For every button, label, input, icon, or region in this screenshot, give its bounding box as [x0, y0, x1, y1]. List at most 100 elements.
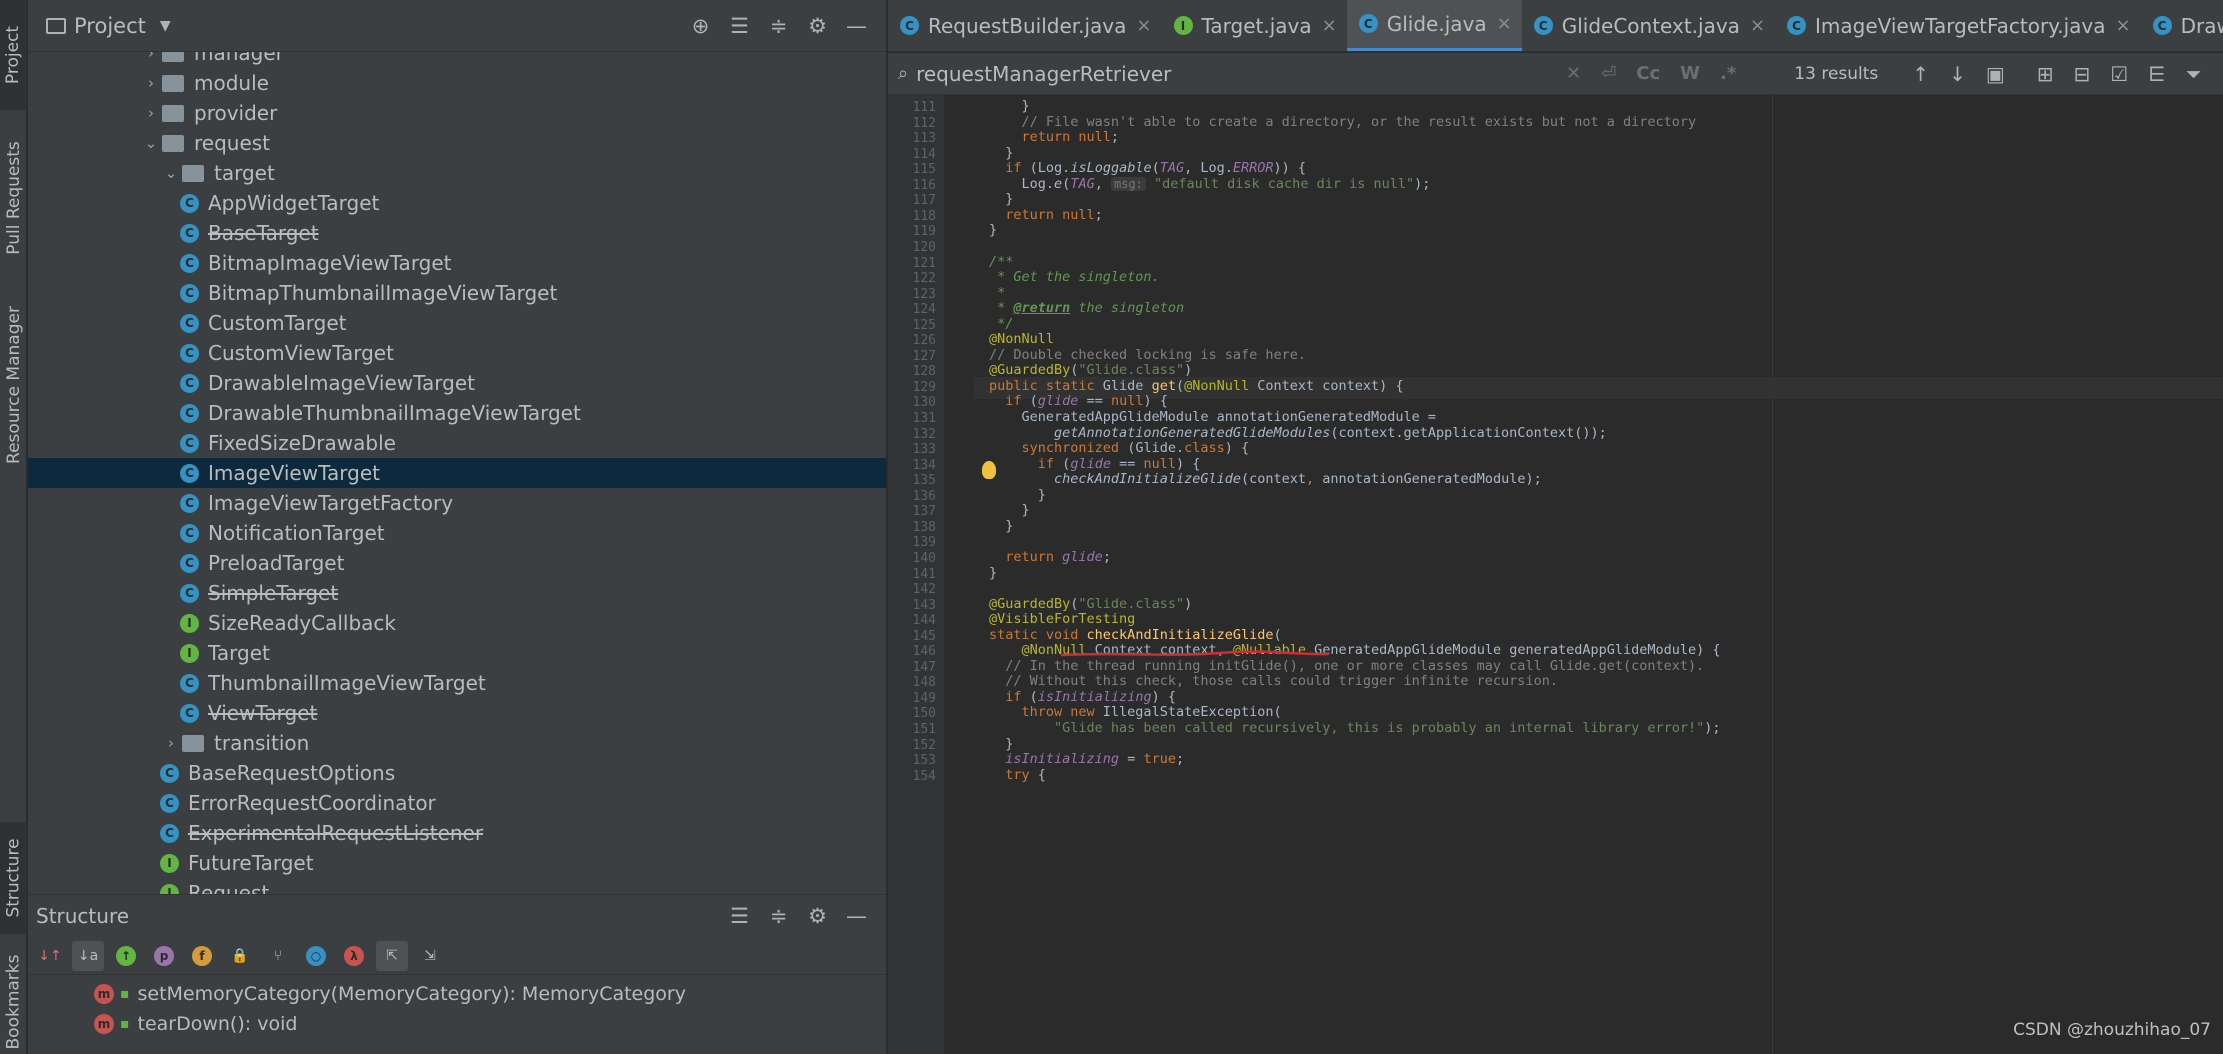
code-line[interactable]: return glide; — [989, 549, 1111, 565]
tree-folder[interactable]: › manager — [28, 52, 886, 68]
chevron-right-icon[interactable]: › — [140, 74, 162, 92]
tree-item[interactable]: C DrawableThumbnailImageViewTarget — [28, 398, 886, 428]
remove-occurrence-icon[interactable]: ⊟ — [2074, 62, 2091, 86]
tree-item[interactable]: C ViewTarget — [28, 698, 886, 728]
code-line[interactable]: public static Glide get(@NonNull Context… — [989, 378, 1404, 394]
clear-icon[interactable]: ✕ — [1566, 63, 1581, 84]
tree-item[interactable]: C CustomViewTarget — [28, 338, 886, 368]
previous-occurrence-icon[interactable]: ↑ — [1912, 62, 1929, 86]
more-options-icon[interactable]: ⋿ — [2148, 62, 2165, 86]
gear-icon[interactable]: ⚙ — [798, 0, 837, 52]
tree-folder[interactable]: › provider — [28, 98, 886, 128]
tree-item[interactable]: I Target — [28, 638, 886, 668]
code-line[interactable]: @VisibleForTesting — [989, 611, 1135, 627]
project-panel-title[interactable]: Project — [74, 14, 146, 38]
code-line[interactable]: } — [989, 98, 1030, 114]
tree-item[interactable]: C FixedSizeDrawable — [28, 428, 886, 458]
show-lambdas-icon[interactable]: λ — [338, 941, 370, 971]
code-line[interactable]: // File wasn't able to create a director… — [989, 114, 1697, 130]
close-icon[interactable]: × — [1750, 15, 1765, 36]
code-line[interactable]: isInitializing = true; — [989, 751, 1184, 767]
collapse-all-icon[interactable]: ≑ — [759, 0, 798, 52]
code-line[interactable]: try { — [989, 767, 1046, 783]
sort-alphabetically-icon[interactable]: ↓a — [72, 940, 104, 971]
regex-toggle[interactable]: .* — [1720, 63, 1736, 84]
minimize-icon[interactable]: — — [837, 895, 876, 937]
tree-folder[interactable]: › module — [28, 68, 886, 98]
close-icon[interactable]: × — [1136, 15, 1151, 36]
code-line[interactable]: GeneratedAppGlideModule annotationGenera… — [989, 409, 1437, 425]
bookmarks-tool-tab[interactable]: Bookmarks — [0, 950, 27, 1054]
code-line[interactable]: } — [989, 518, 1013, 534]
project-tool-tab[interactable]: Project — [0, 0, 27, 110]
expand-all-icon[interactable]: ☰ — [720, 895, 759, 937]
code-line[interactable]: // In the thread running initGlide(), on… — [989, 658, 1704, 674]
close-icon[interactable]: × — [1322, 15, 1337, 36]
code-line[interactable]: if (isInitializing) { — [989, 689, 1176, 705]
tree-item[interactable]: C PreloadTarget — [28, 548, 886, 578]
code-line[interactable]: */ — [989, 316, 1013, 332]
tree-item[interactable]: C NotificationTarget — [28, 518, 886, 548]
close-icon[interactable]: × — [1497, 13, 1512, 34]
code-line[interactable]: @NonNull — [989, 331, 1054, 347]
code-line[interactable]: // Double checked locking is safe here. — [989, 347, 1306, 363]
code-line[interactable]: } — [989, 565, 997, 581]
match-case-toggle[interactable]: Cc — [1636, 63, 1660, 84]
code-line[interactable]: getAnnotationGeneratedGlideModules(conte… — [989, 425, 1607, 441]
editor-tab[interactable]: C ImageViewTargetFactory.java × — [1775, 0, 2141, 51]
code-line[interactable]: /** — [989, 254, 1013, 270]
code-line[interactable]: * Get the singleton. — [989, 269, 1160, 285]
structure-tool-tab[interactable]: Structure — [0, 822, 27, 934]
code-line[interactable]: // Without this check, those calls could… — [989, 673, 1558, 689]
code-editor[interactable] — [974, 95, 2223, 1054]
show-inherited-icon[interactable]: ↑ — [110, 941, 142, 971]
code-line[interactable]: return null; — [989, 207, 1103, 223]
tree-folder[interactable]: › transition — [28, 728, 886, 758]
minimize-icon[interactable]: — — [837, 0, 876, 52]
tree-item[interactable]: I SizeReadyCallback — [28, 608, 886, 638]
tree-item[interactable]: I Request — [28, 878, 886, 894]
chevron-right-icon[interactable]: › — [140, 52, 162, 62]
autoscroll-from-source-icon[interactable]: ⇲ — [414, 941, 446, 971]
tree-item[interactable]: C ImageViewTargetFactory — [28, 488, 886, 518]
resource-manager-tool-tab[interactable]: Resource Manager — [0, 290, 27, 480]
code-line[interactable]: * @return the singleton — [989, 300, 1184, 316]
code-line[interactable]: if (Log.isLoggable(TAG, Log.ERROR)) { — [989, 160, 1306, 176]
code-line[interactable]: } — [989, 487, 1046, 503]
tree-item[interactable]: C CustomTarget — [28, 308, 886, 338]
tree-item[interactable]: C BitmapImageViewTarget — [28, 248, 886, 278]
next-occurrence-icon[interactable]: ↓ — [1949, 62, 1966, 86]
search-icon[interactable]: ⌕ — [898, 63, 908, 84]
code-line[interactable]: "Glide has been called recursively, this… — [989, 720, 1720, 736]
tree-folder[interactable]: ⌄ target — [28, 158, 886, 188]
code-line[interactable]: } — [989, 145, 1013, 161]
sort-by-visibility-icon[interactable]: ↓↑ — [34, 941, 66, 971]
code-line[interactable]: } — [989, 502, 1030, 518]
filter-search-icon[interactable]: ▣ — [1986, 62, 2005, 86]
filter-icon[interactable]: ⏷ — [2186, 62, 2202, 86]
editor-tab[interactable]: CDrawableImageVie× — [2141, 0, 2223, 51]
chevron-right-icon[interactable]: › — [140, 104, 162, 122]
code-line[interactable]: synchronized (Glide.class) { — [989, 440, 1250, 456]
code-line[interactable]: if (glide == null) { — [989, 456, 1201, 472]
chevron-right-icon[interactable]: › — [160, 734, 182, 752]
editor-tab[interactable]: I Target.java × — [1162, 0, 1347, 51]
expand-all-icon[interactable]: ☰ — [720, 0, 759, 52]
whole-words-toggle[interactable]: W — [1680, 63, 1700, 84]
show-anonymous-icon[interactable]: ○ — [300, 941, 332, 971]
intention-bulb-icon[interactable] — [982, 461, 996, 479]
code-line[interactable]: return null; — [989, 129, 1120, 145]
add-occurrence-icon[interactable]: ⊞ — [2037, 62, 2054, 86]
autoscroll-to-source-icon[interactable]: ⇱ — [376, 940, 408, 971]
select-all-occurrences-icon[interactable]: ☑ — [2110, 62, 2128, 86]
code-line[interactable]: } — [989, 736, 1013, 752]
tree-item[interactable]: C ErrorRequestCoordinator — [28, 788, 886, 818]
pull-requests-tool-tab[interactable]: Pull Requests — [0, 128, 27, 268]
editor-tab[interactable]: C Glide.java × — [1346, 0, 1522, 51]
chevron-down-icon[interactable]: ▼ — [160, 18, 171, 34]
code-line[interactable]: if (glide == null) { — [989, 393, 1168, 409]
code-line[interactable]: @GuardedBy("Glide.class") — [989, 596, 1192, 612]
tree-item[interactable]: C BitmapThumbnailImageViewTarget — [28, 278, 886, 308]
tree-item[interactable]: C SimpleTarget — [28, 578, 886, 608]
locate-icon[interactable]: ⊕ — [681, 0, 720, 52]
